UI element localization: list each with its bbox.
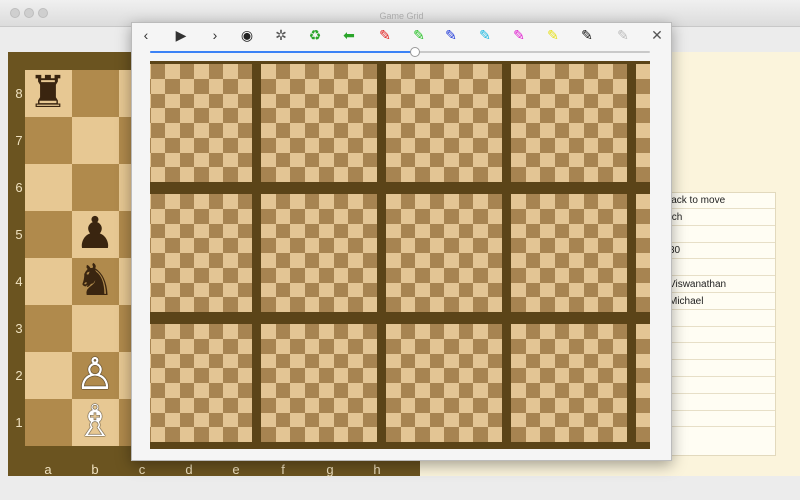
close-window-button[interactable]	[10, 8, 20, 18]
play-icon[interactable]: ▶	[172, 26, 190, 44]
grid-game-board[interactable]	[150, 194, 252, 312]
file-label: e	[232, 462, 240, 477]
rank-label: 2	[15, 368, 23, 383]
board-square[interactable]	[72, 305, 119, 352]
cyan-pen-icon[interactable]: ✎	[476, 26, 494, 44]
rank-label: 4	[15, 274, 23, 289]
board-square[interactable]	[25, 305, 72, 352]
info-row	[661, 395, 775, 411]
info-row	[661, 327, 775, 344]
grid-game-board[interactable]	[636, 324, 650, 442]
info-row	[661, 227, 775, 243]
info-row: Viswanathan	[661, 277, 775, 293]
grid-game-board[interactable]	[636, 194, 650, 312]
info-row	[661, 260, 775, 277]
blue-pen-icon[interactable]: ✎	[442, 26, 460, 44]
grid-game-board[interactable]	[261, 194, 377, 312]
file-label: f	[281, 462, 285, 477]
board-square[interactable]	[25, 352, 72, 399]
info-row: /ch	[661, 210, 775, 226]
white-pawn-icon[interactable]: ♙	[72, 353, 118, 397]
dialog-title: Game Grid	[379, 11, 424, 21]
grid-game-board[interactable]	[386, 194, 502, 312]
game-info-table: lack to move/ch 30 Viswanathan Michael	[660, 192, 776, 456]
board-square[interactable]	[25, 211, 72, 258]
film-reel-icon[interactable]: ✲	[272, 26, 290, 44]
recycle-icon[interactable]: ♻	[306, 26, 324, 44]
board-square[interactable]	[25, 399, 72, 446]
info-row: lack to move	[661, 193, 775, 209]
yellow-pen-icon[interactable]: ✎	[544, 26, 562, 44]
file-label: d	[185, 462, 193, 477]
info-row	[661, 344, 775, 361]
black-rook-icon[interactable]: ♜	[25, 71, 71, 115]
aperture-icon[interactable]: ◉	[238, 26, 256, 44]
info-row	[661, 361, 775, 377]
zoom-window-button[interactable]	[38, 8, 48, 18]
grid-game-board[interactable]	[150, 64, 252, 182]
file-label: h	[373, 462, 381, 477]
green-arrow-icon[interactable]: ⬅	[340, 26, 358, 44]
rank-label: 6	[15, 180, 23, 195]
board-square[interactable]	[25, 164, 72, 211]
grid-game-board[interactable]	[261, 324, 377, 442]
red-pen-icon[interactable]: ✎	[376, 26, 394, 44]
game-grid	[150, 61, 650, 449]
rank-label: 7	[15, 133, 23, 148]
dialog-toolbar: ‹ ▶ › ◉ ✲ ♻ ⬅ ✎ ✎ ✎ ✎ ✎ ✎ ✎ ✎ ✕	[132, 23, 671, 45]
grid-game-board[interactable]	[511, 64, 627, 182]
grid-game-board[interactable]	[261, 64, 377, 182]
move-slider[interactable]	[150, 47, 650, 57]
slider-fill	[150, 51, 415, 53]
board-square[interactable]	[72, 117, 119, 164]
grid-game-board[interactable]	[386, 324, 502, 442]
file-label: c	[138, 462, 146, 477]
slider-thumb[interactable]	[410, 47, 420, 57]
main-window: 8 7 6 5 4 3 2 1 a b c d e f g h ♜ ♟ ♞ ♙ ♗ lack to move/ch 30 V…	[0, 0, 800, 500]
grid-game-board[interactable]	[636, 64, 650, 182]
grid-game-board[interactable]	[511, 194, 627, 312]
black-knight-icon[interactable]: ♞	[72, 259, 118, 303]
board-square[interactable]	[25, 258, 72, 305]
grid-game-board[interactable]	[150, 324, 252, 442]
game-grid-dialog: Game Grid ‹ ▶ › ◉ ✲ ♻ ⬅ ✎ ✎ ✎ ✎ ✎ ✎ ✎ ✎ ✕	[131, 11, 672, 461]
minimize-window-button[interactable]	[24, 8, 34, 18]
forward-icon[interactable]: ›	[206, 26, 224, 44]
board-square[interactable]	[72, 70, 119, 117]
info-row	[661, 411, 775, 428]
board-square[interactable]	[72, 164, 119, 211]
info-row: 30	[661, 243, 775, 260]
info-row	[661, 378, 775, 394]
rank-label: 3	[15, 321, 23, 336]
white-bishop-icon[interactable]: ♗	[72, 400, 118, 444]
info-row: Michael	[661, 294, 775, 310]
file-label: a	[44, 462, 52, 477]
eraser-pen-icon[interactable]: ✎	[614, 26, 632, 44]
black-pen-icon[interactable]: ✎	[578, 26, 596, 44]
green-pen-icon[interactable]: ✎	[410, 26, 428, 44]
board-square[interactable]	[25, 117, 72, 164]
rank-label: 1	[15, 415, 23, 430]
back-icon[interactable]: ‹	[137, 26, 155, 44]
file-label: g	[326, 462, 334, 477]
info-row	[661, 311, 775, 327]
grid-game-board[interactable]	[511, 324, 627, 442]
black-pawn-icon[interactable]: ♟	[72, 212, 118, 256]
grid-game-board[interactable]	[386, 64, 502, 182]
close-icon[interactable]: ✕	[648, 26, 666, 44]
rank-label: 5	[15, 227, 23, 242]
file-label: b	[91, 462, 99, 477]
magenta-pen-icon[interactable]: ✎	[510, 26, 528, 44]
